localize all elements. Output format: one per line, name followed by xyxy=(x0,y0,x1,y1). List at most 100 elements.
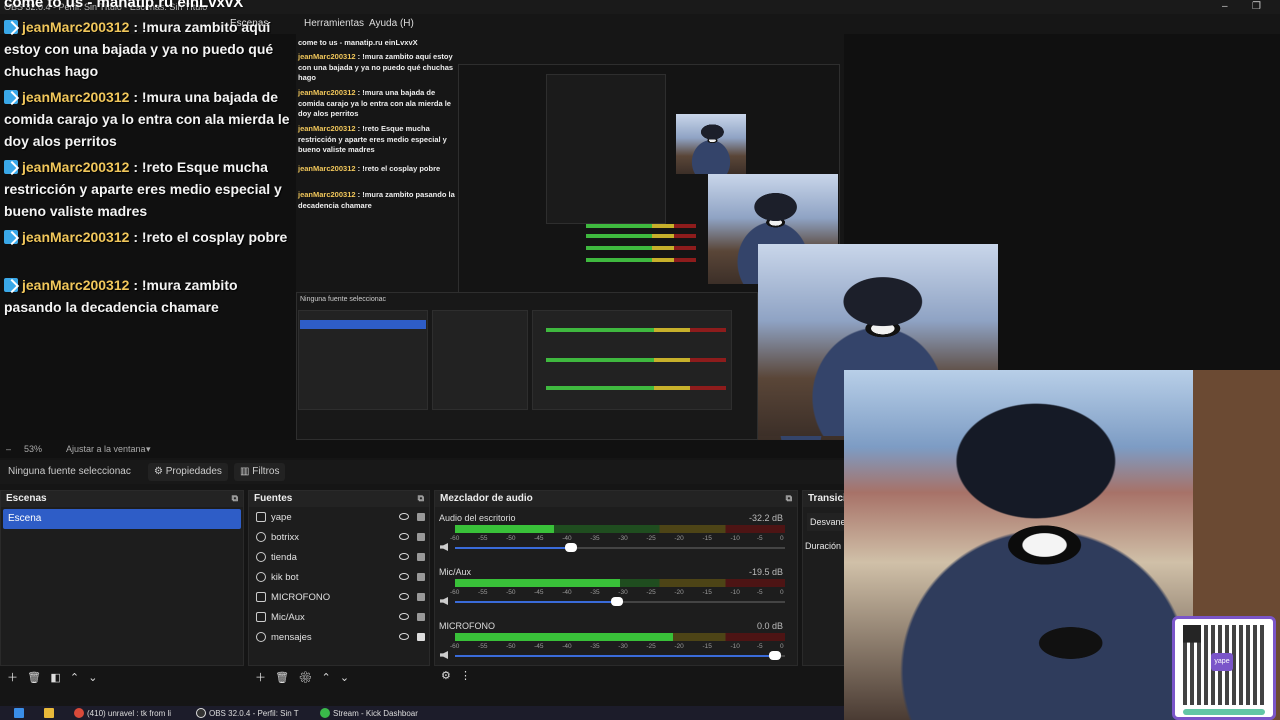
browser-icon xyxy=(256,532,266,542)
chrome-icon xyxy=(320,708,330,718)
chat-message: jeanMarc200312 : !mura una bajada de com… xyxy=(4,86,290,152)
meter-tick-label: 0 xyxy=(780,589,784,596)
source-item[interactable]: mensajes xyxy=(253,629,431,649)
speaker-icon[interactable] xyxy=(440,543,448,551)
channel-name: MICROFONO xyxy=(439,621,495,631)
mini-meter xyxy=(586,224,696,228)
source-properties-button[interactable]: ⚙ xyxy=(298,672,312,684)
zoom-mode-select[interactable]: Ajustar a la ventana xyxy=(66,444,146,454)
menu-item-ayuda[interactable]: Ayuda (H) xyxy=(369,18,414,29)
source-item[interactable]: kik bot xyxy=(253,569,431,589)
add-scene-button[interactable]: ＋ xyxy=(7,672,18,684)
meter-level xyxy=(455,525,554,533)
chat-message: jeanMarc200312 : !mura zambito pasando l… xyxy=(4,274,290,318)
browser-icon xyxy=(256,552,266,562)
meter-ticks: -60 -55 -50 -45 -40 -35 -30 -25 -20 -15 -10 -5 0 xyxy=(450,535,785,543)
zoom-out-button[interactable]: – xyxy=(6,444,11,454)
meter-tick-label: -5 xyxy=(756,643,763,650)
file-explorer-icon[interactable] xyxy=(44,708,57,720)
chevron-down-icon[interactable]: ▾ xyxy=(146,444,151,455)
visibility-icon[interactable] xyxy=(399,613,409,620)
scenes-toolbar: ＋ 🗑 ◧ ⌃ ⌄ xyxy=(7,669,98,687)
desktop: OBS 32.0.4 - Perfil: Sin Título - Escena… xyxy=(0,0,1280,720)
volume-slider[interactable] xyxy=(455,597,785,606)
chat-overlay: come to us - manatip.ru einLvxvX jeanMar… xyxy=(0,0,296,330)
meter-tick-label: -60 xyxy=(450,643,460,650)
advanced-audio-button[interactable]: ⚙ xyxy=(441,670,451,682)
visibility-icon[interactable] xyxy=(399,533,409,540)
slider-knob[interactable] xyxy=(610,597,623,606)
taskbar-item-kick[interactable]: Stream - Kick Dashboar xyxy=(320,708,418,720)
mixer-toolbar: ⚙ ⋮ xyxy=(441,669,471,687)
mixer-menu-button[interactable]: ⋮ xyxy=(460,670,471,682)
maximize-button[interactable]: ❐ xyxy=(1252,1,1261,12)
filters-button[interactable]: ▥ Filtros xyxy=(234,463,286,481)
meter-tick-label: -35 xyxy=(590,589,600,596)
source-item[interactable]: Mic/Aux xyxy=(253,609,431,629)
chat-header: come to us - manatip.ru einLvxvX xyxy=(4,0,244,11)
source-item[interactable]: tienda xyxy=(253,549,431,569)
properties-button[interactable]: ⚙ Propiedades xyxy=(148,463,228,481)
visibility-icon[interactable] xyxy=(399,633,409,640)
filter-icon: ▥ xyxy=(240,466,253,477)
bot-badge-icon xyxy=(4,230,18,244)
mini-meter xyxy=(546,328,726,332)
volume-slider[interactable] xyxy=(455,651,785,660)
lock-icon[interactable] xyxy=(417,613,425,621)
mini-meter xyxy=(546,358,726,362)
visibility-icon[interactable] xyxy=(399,593,409,600)
volume-slider[interactable] xyxy=(455,543,785,552)
lock-icon[interactable] xyxy=(417,633,425,641)
sources-panel-header: Fuentes ⧉ xyxy=(249,491,429,507)
slider-fill xyxy=(455,547,571,549)
source-item[interactable]: yape xyxy=(253,509,431,529)
move-up-button[interactable]: ⌃ xyxy=(70,672,79,684)
lock-icon[interactable] xyxy=(417,593,425,601)
meter-tick-label: -15 xyxy=(702,589,712,596)
meter-tick-label: -25 xyxy=(646,589,656,596)
minimize-button[interactable]: – xyxy=(1222,1,1228,12)
menu-item-herramientas[interactable]: Herramientas xyxy=(304,18,364,29)
meter-tick-label: -5 xyxy=(756,535,763,542)
chat-message: jeanMarc200312 : !mura zambito aquí esto… xyxy=(4,16,290,82)
lock-icon[interactable] xyxy=(417,513,425,521)
move-up-button[interactable]: ⌃ xyxy=(321,672,330,684)
visibility-icon[interactable] xyxy=(399,553,409,560)
meter-ticks: -60 -55 -50 -45 -40 -35 -30 -25 -20 -15 -10 -5 0 xyxy=(450,643,785,651)
lock-icon[interactable] xyxy=(417,573,425,581)
move-down-button[interactable]: ⌄ xyxy=(88,672,97,684)
taskbar-item-chrome[interactable]: (410) unravel : tk from li xyxy=(74,708,171,720)
windows-start-icon[interactable] xyxy=(14,708,27,720)
mini-meter xyxy=(586,258,696,262)
meter-tick-label: -35 xyxy=(590,535,600,542)
meter-tick-label: -40 xyxy=(562,535,572,542)
scene-list-item[interactable]: Escena xyxy=(3,509,241,529)
remove-scene-button[interactable]: 🗑 xyxy=(27,672,41,684)
add-source-button[interactable]: ＋ xyxy=(255,672,266,684)
taskbar-item-obs[interactable]: OBS 32.0.4 - Perfil: Sin T xyxy=(196,708,299,720)
undock-icon[interactable]: ⧉ xyxy=(418,493,424,504)
remove-source-button[interactable]: 🗑 xyxy=(275,672,289,684)
mini-chat-header: come to us - manatip.ru einLvxvX xyxy=(298,38,418,47)
visibility-icon[interactable] xyxy=(399,573,409,580)
mini-source-label: Ninguna fuente seleccionac xyxy=(300,296,387,303)
lock-icon[interactable] xyxy=(417,533,425,541)
slider-knob[interactable] xyxy=(564,543,577,552)
meter-tick-label: 0 xyxy=(780,535,784,542)
undock-icon[interactable]: ⧉ xyxy=(786,493,792,504)
volume-meter xyxy=(455,579,785,587)
sources-panel: Fuentes ⧉ yape botrixx tienda kik bot MIC… xyxy=(248,490,431,684)
visibility-icon[interactable] xyxy=(399,513,409,520)
slider-knob[interactable] xyxy=(769,651,782,660)
meter-tick-label: -55 xyxy=(478,589,488,596)
lock-icon[interactable] xyxy=(417,553,425,561)
undock-icon[interactable]: ⧉ xyxy=(232,493,238,504)
source-item[interactable]: botrixx xyxy=(253,529,431,549)
transition-select[interactable]: Desvane xyxy=(807,513,847,531)
speaker-icon[interactable] xyxy=(440,597,448,605)
speaker-icon[interactable] xyxy=(440,651,448,659)
source-item[interactable]: MICROFONO xyxy=(253,589,431,609)
scene-filters-button[interactable]: ◧ xyxy=(50,672,60,684)
move-down-button[interactable]: ⌄ xyxy=(340,672,349,684)
meter-tick-label: -20 xyxy=(674,535,684,542)
